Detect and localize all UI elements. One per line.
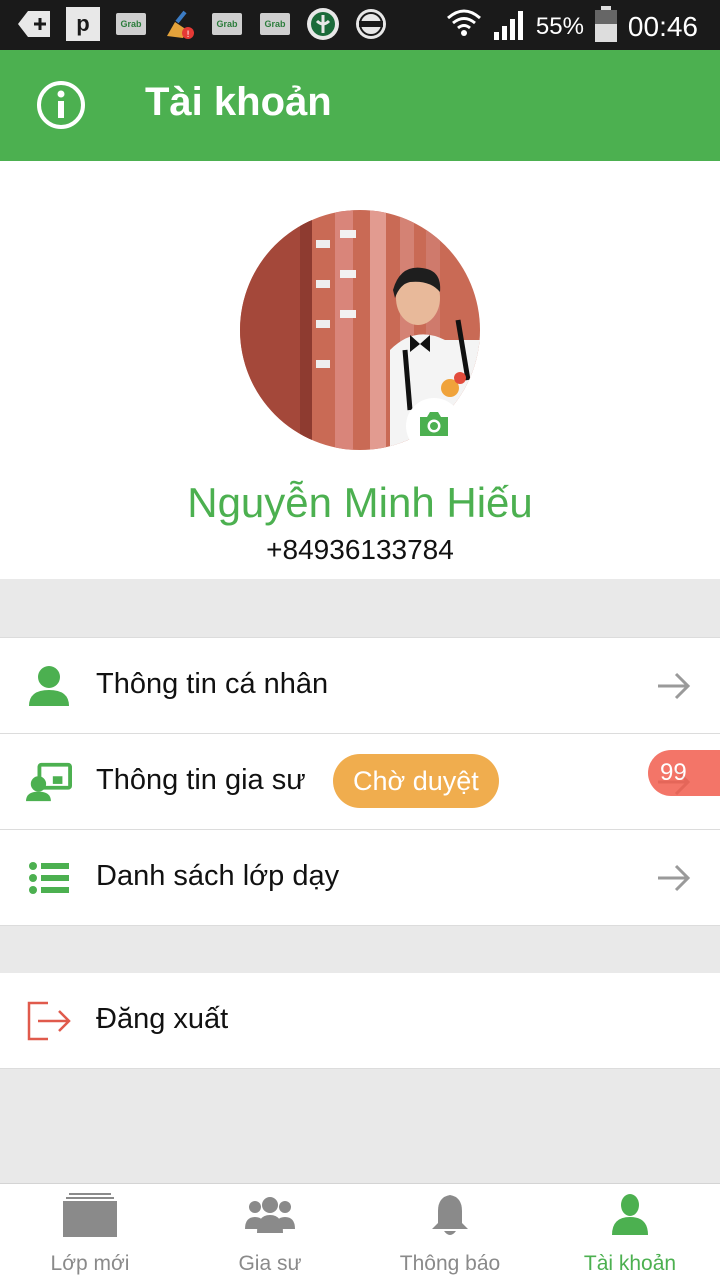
change-photo-button[interactable] [406,398,462,454]
menu-class-list[interactable]: Danh sách lớp dạy [0,830,720,926]
app-bar: Tài khoản [0,50,720,161]
menu-tutor-info[interactable]: Thông tin gia sư Chờ duyệt 99 [0,734,720,830]
cleaner-icon: ! [162,7,196,41]
list-icon [26,856,72,900]
floating-chat-bubble[interactable]: 99 [648,750,720,796]
arrow-right-icon [656,670,692,702]
bottom-navigation: Lớp mới Gia sư Thông báo Tài khoản [0,1183,720,1281]
wifi-icon [446,8,482,45]
page-title: Tài khoản [145,80,332,124]
nav-notifications[interactable]: Thông báo [360,1184,540,1281]
notification-icons: p Grab ! Grab Grab [18,7,388,41]
logout-button[interactable]: Đăng xuất [0,973,720,1069]
logout-label: Đăng xuất [96,1003,229,1035]
nav-label: Tài khoản [583,1252,677,1275]
menu-personal-info[interactable]: Thông tin cá nhân [0,637,720,734]
signal-icon [492,8,526,45]
add-icon [18,7,52,41]
grab-icon: Grab [210,7,244,41]
account-menu: Thông tin cá nhân Thông tin gia sư Chờ d… [0,637,720,926]
camera-icon [417,411,451,442]
system-status: 55% 00:46 [446,6,698,47]
grab-icon: Grab [114,7,148,41]
user-name: Nguyễn Minh Hiếu [187,479,533,526]
circle-icon [354,7,388,41]
clock: 00:46 [627,10,698,42]
nav-new-classes[interactable]: Lớp mới [0,1184,180,1281]
menu-label: Danh sách lớp dạy [96,860,340,892]
bell-icon [422,1192,478,1238]
nav-label: Lớp mới [50,1252,130,1275]
logout-icon [26,999,72,1043]
status-badge: Chờ duyệt [333,754,499,808]
info-icon[interactable] [36,80,86,130]
nav-tutors[interactable]: Gia sư [180,1184,360,1281]
tutor-icon [26,760,72,804]
menu-label: Thông tin cá nhân [96,668,329,700]
nav-account[interactable]: Tài khoản [540,1184,720,1281]
arrow-right-icon [656,862,692,894]
chat-count: 99 [660,759,687,786]
person-icon [26,664,72,708]
p-app-icon: p [66,7,100,41]
profile-section: Nguyễn Minh Hiếu +84936133784 [0,161,720,579]
nav-label: Thông báo [399,1252,501,1275]
grab-icon: Grab [258,7,292,41]
bank-icon [306,7,340,41]
nav-label: Gia sư [238,1252,302,1275]
status-bar: p Grab ! Grab Grab 55% 00:46 [0,0,720,50]
user-phone: +84936133784 [266,534,454,565]
logout-section: Đăng xuất [0,973,720,1069]
account-icon [602,1192,658,1238]
tutors-icon [242,1192,298,1238]
battery-percentage: 55% [535,12,584,40]
svg-text:!: ! [186,30,190,40]
menu-label: Thông tin gia sư [96,764,306,796]
battery-icon [594,6,618,47]
classes-icon [62,1192,118,1238]
